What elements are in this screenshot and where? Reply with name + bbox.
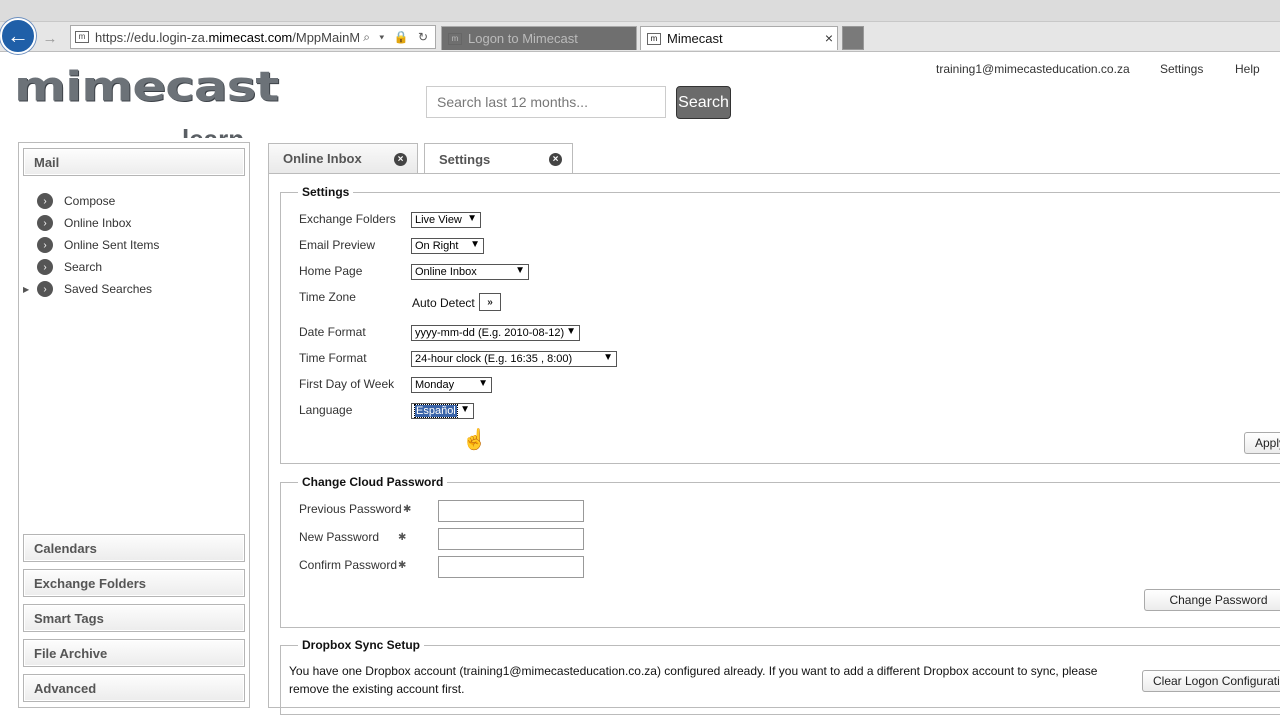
sidebar-item-online-inbox[interactable]: › Online Inbox: [37, 213, 131, 233]
close-tab-icon[interactable]: ×: [825, 30, 833, 46]
expand-triangle-icon[interactable]: ▶: [23, 285, 29, 294]
dropbox-message: You have one Dropbox account (training1@…: [289, 664, 1098, 696]
sidebar-item-search[interactable]: › Search: [37, 257, 102, 277]
language-select[interactable]: Español ▼: [411, 403, 474, 419]
tab-settings[interactable]: Settings ×: [424, 143, 573, 174]
tab-favicon-icon: m: [647, 32, 661, 45]
new-tab-button[interactable]: [842, 26, 864, 50]
first-day-select[interactable]: Monday ▼: [411, 377, 492, 393]
address-controls-icon[interactable]: ⌕ ▾ 🔒 ↻: [359, 30, 435, 45]
sidebar-section-smart-tags[interactable]: Smart Tags: [23, 604, 245, 632]
new-password-label: New Password: [299, 530, 380, 544]
chevron-down-icon: ▼: [603, 352, 613, 363]
tab-favicon-icon: m: [448, 32, 462, 45]
arrow-right-icon: ›: [37, 215, 53, 231]
user-email[interactable]: training1@mimecasteducation.co.za: [936, 62, 1130, 76]
browser-tab-logon[interactable]: m Logon to Mimecast: [441, 26, 637, 50]
email-preview-label: Email Preview: [299, 238, 376, 252]
confirm-password-field[interactable]: [438, 556, 584, 578]
time-zone-value: Auto Detect: [412, 296, 475, 310]
chevron-down-icon: ▼: [467, 213, 477, 224]
previous-password-label: Previous Password: [299, 502, 402, 516]
browser-tab-label: Mimecast: [667, 31, 723, 46]
new-password-field[interactable]: [438, 528, 584, 550]
chevron-down-icon: ▼: [478, 378, 488, 389]
hand-cursor-icon: ☝: [462, 429, 487, 451]
sidebar-section-mail[interactable]: Mail: [23, 148, 245, 176]
browser-tab-mimecast[interactable]: m Mimecast ×: [640, 26, 838, 50]
apply-button[interactable]: Apply: [1244, 432, 1280, 454]
settings-legend: Settings: [298, 185, 354, 199]
tab-online-inbox[interactable]: Online Inbox ×: [268, 143, 418, 173]
time-format-select[interactable]: 24-hour clock (E.g. 16:35 , 8:00) ▼: [411, 351, 617, 367]
sidebar: Mail › Compose › Online Inbox › Online Sent…: [18, 142, 250, 708]
exchange-folders-select[interactable]: Live View ▼: [411, 212, 481, 228]
time-format-label: Time Format: [299, 351, 367, 365]
sidebar-section-file-archive[interactable]: File Archive: [23, 639, 245, 667]
time-zone-button[interactable]: »: [479, 293, 501, 311]
arrow-right-icon: ›: [37, 259, 53, 275]
date-format-label: Date Format: [299, 325, 366, 339]
search-input[interactable]: [426, 86, 666, 118]
clear-logon-configuration-button[interactable]: Clear Logon Configuration: [1142, 670, 1280, 692]
password-fieldset: [280, 482, 1280, 628]
close-tab-icon[interactable]: ×: [394, 153, 407, 166]
change-password-button[interactable]: Change Password: [1144, 589, 1280, 611]
chevron-down-icon: ▼: [460, 404, 470, 415]
site-favicon-icon: m: [75, 31, 89, 43]
sidebar-item-saved-searches[interactable]: › Saved Searches: [37, 279, 152, 299]
sidebar-item-online-sent-items[interactable]: › Online Sent Items: [37, 235, 159, 255]
home-page-select[interactable]: Online Inbox ▼: [411, 264, 529, 280]
sidebar-section-advanced[interactable]: Advanced: [23, 674, 245, 702]
sidebar-item-compose[interactable]: › Compose: [37, 191, 115, 211]
sidebar-section-calendars[interactable]: Calendars: [23, 534, 245, 562]
chevron-down-icon: ▼: [566, 326, 576, 337]
previous-password-field[interactable]: [438, 500, 584, 522]
help-link[interactable]: Help: [1235, 62, 1260, 76]
arrow-right-icon: ›: [37, 193, 53, 209]
language-label: Language: [299, 403, 353, 417]
email-preview-select[interactable]: On Right ▼: [411, 238, 484, 254]
arrow-right-icon: ›: [37, 281, 53, 297]
address-url: https://edu.login-za.mimecast.com/MppMai…: [95, 29, 360, 45]
browser-title-bar: [0, 0, 1280, 22]
first-day-label: First Day of Week: [299, 377, 395, 391]
time-zone-label: Time Zone: [299, 290, 356, 304]
search-button[interactable]: Search: [676, 86, 731, 119]
confirm-password-label: Confirm Password: [299, 558, 398, 572]
exchange-folders-label: Exchange Folders: [299, 212, 396, 226]
forward-arrow-icon[interactable]: →: [38, 28, 62, 48]
chevron-down-icon: ▼: [470, 239, 480, 250]
browser-tab-label: Logon to Mimecast: [468, 31, 578, 46]
address-bar[interactable]: m https://edu.login-za.mimecast.com/MppM…: [70, 25, 436, 49]
sidebar-section-exchange-folders[interactable]: Exchange Folders: [23, 569, 245, 597]
mimecast-logo: mimecast learn: [14, 66, 279, 138]
required-asterisk-icon: ✱: [398, 532, 407, 543]
chevron-down-icon: ▼: [515, 265, 525, 276]
password-legend: Change Cloud Password: [298, 475, 448, 489]
date-format-select[interactable]: yyyy-mm-dd (E.g. 2010-08-12) ▼: [411, 325, 580, 341]
home-page-label: Home Page: [299, 264, 363, 278]
close-tab-icon[interactable]: ×: [549, 153, 562, 166]
required-asterisk-icon: ✱: [403, 504, 412, 515]
required-asterisk-icon: ✱: [398, 560, 407, 571]
settings-link[interactable]: Settings: [1160, 62, 1203, 76]
dropbox-legend: Dropbox Sync Setup: [298, 638, 425, 652]
arrow-right-icon: ›: [37, 237, 53, 253]
back-arrow-icon[interactable]: ←: [0, 18, 36, 54]
